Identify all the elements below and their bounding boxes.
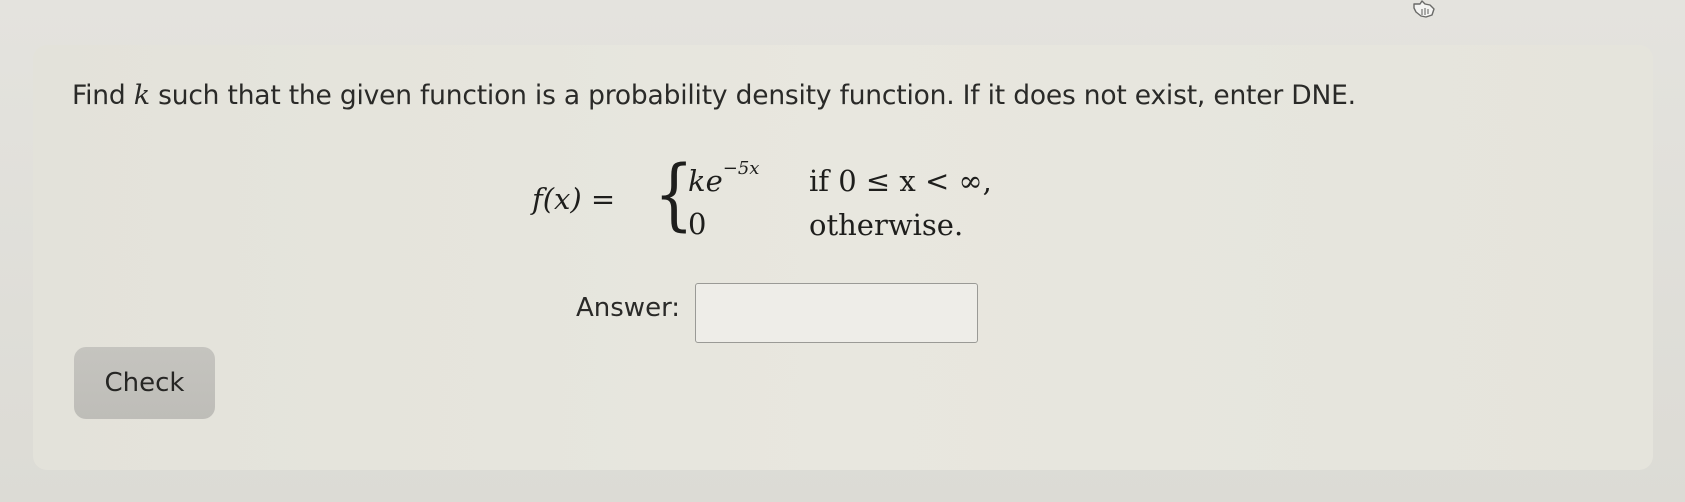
- check-button[interactable]: Check: [74, 347, 215, 419]
- case2-value: 0: [688, 207, 707, 241]
- answer-input[interactable]: [695, 283, 978, 343]
- case1-exponent: −5x: [722, 158, 760, 180]
- case1-base: ke: [688, 164, 723, 198]
- question-text: Find k such that the given function is a…: [72, 80, 1356, 111]
- case2-condition: otherwise.: [809, 208, 964, 242]
- case1-value: ke−5x: [688, 158, 759, 198]
- function-lhs: f(x) =: [532, 182, 616, 216]
- question-variable: k: [133, 80, 150, 111]
- hand-pointer-icon: [1413, 0, 1435, 18]
- case1-condition: if 0 ≤ x < ∞,: [809, 164, 992, 198]
- answer-label: Answer:: [576, 293, 681, 323]
- question-prefix: Find: [72, 80, 134, 111]
- question-suffix: such that the given function is a probab…: [149, 80, 1356, 111]
